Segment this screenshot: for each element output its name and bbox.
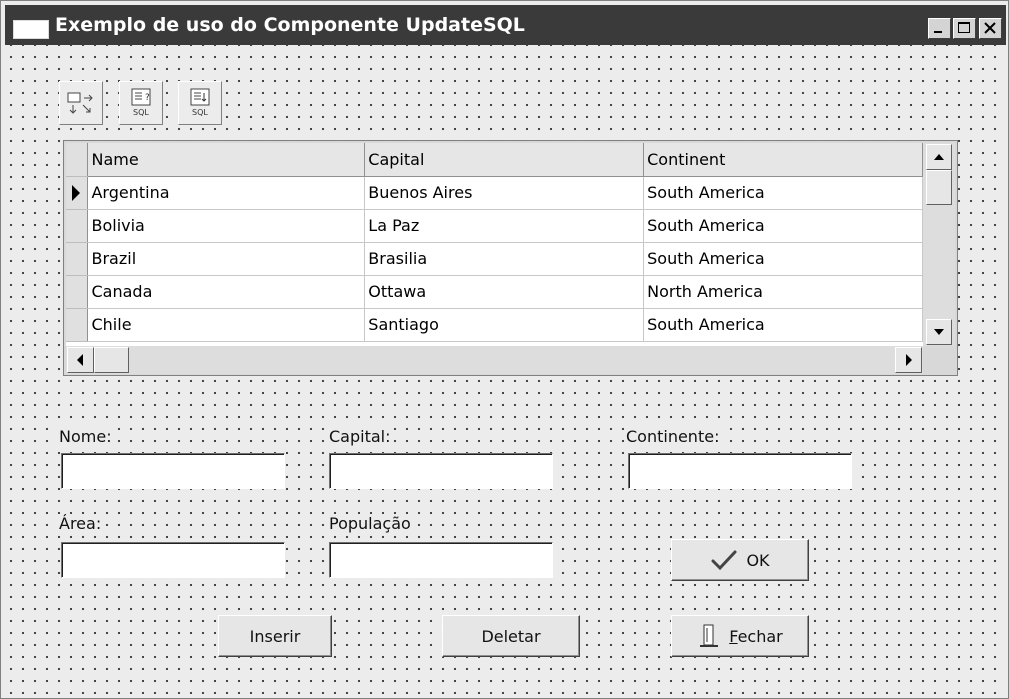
row-indicator [66,242,89,276]
row-indicator [66,275,89,309]
table-row[interactable]: Chile Santiago South America [66,308,923,342]
ok-button-label: OK [746,550,770,570]
scroll-down-button[interactable] [926,319,952,345]
row-pointer-icon [72,184,80,201]
ok-button[interactable]: OK [671,539,809,581]
horizontal-scroll-thumb[interactable] [94,347,129,373]
vertical-scroll-thumb[interactable] [926,170,952,205]
header-indicator [66,143,89,177]
column-header-continent[interactable]: Continent [643,143,923,177]
form-client-area: ? SQL SQL Name Capital Continent Argenti… [5,45,1006,696]
arrow-right-icon [906,354,912,366]
column-header-name[interactable]: Name [87,143,366,177]
capital-label: Capital: [327,427,393,446]
cell-name[interactable]: Canada [87,275,366,309]
update-table-button[interactable] [59,81,103,125]
populacao-input[interactable] [329,542,553,578]
cell-name[interactable]: Chile [87,308,366,342]
table-row[interactable]: Argentina Buenos Aires South America [66,176,923,210]
cell-capital[interactable]: Santiago [364,308,645,342]
column-header-capital[interactable]: Capital [364,143,645,177]
maximize-icon [958,22,970,33]
svg-text:?: ? [145,93,150,103]
minimize-icon [934,31,942,33]
inserir-button-label: Inserir [249,626,301,646]
arrow-down-icon [934,329,944,335]
cell-continent[interactable]: North America [643,275,923,309]
table-row[interactable]: Brazil Brasilia South America [66,242,923,276]
vertical-scrollbar[interactable] [923,143,955,346]
cell-name[interactable]: Brazil [87,242,366,276]
update-table-icon [67,92,93,114]
window-icon [13,20,49,39]
arrow-left-icon [77,354,83,366]
nome-input[interactable] [61,453,285,489]
countries-grid[interactable]: Name Capital Continent Argentina Buenos … [63,140,958,376]
row-indicator [66,209,89,243]
grid-table: Name Capital Continent Argentina Buenos … [66,143,923,342]
cell-continent[interactable]: South America [643,176,923,210]
minimize-button[interactable] [928,18,951,39]
fechar-button[interactable]: Fechar [671,615,809,657]
horizontal-scrollbar[interactable] [66,346,923,374]
scroll-left-button[interactable] [67,347,94,373]
sql-query-button[interactable]: ? SQL [119,81,163,125]
deletar-button-label: Deletar [481,626,541,646]
sql-modify-icon: SQL [190,88,210,117]
deletar-button[interactable]: Deletar [442,615,580,657]
grid-header-row: Name Capital Continent [66,143,923,177]
close-icon [984,22,996,34]
area-input[interactable] [61,542,285,578]
continente-input[interactable] [628,453,852,489]
area-label: Área: [57,514,104,533]
checkmark-icon [711,550,737,571]
cell-capital[interactable]: Brasilia [364,242,645,276]
close-button[interactable] [979,18,1002,39]
populacao-label: População [327,514,413,533]
sql-modify-button[interactable]: SQL [178,81,222,125]
inserir-button[interactable]: Inserir [218,615,332,657]
cell-continent[interactable]: South America [643,308,923,342]
cell-capital[interactable]: La Paz [364,209,645,243]
cell-name[interactable]: Argentina [87,176,366,210]
cell-capital[interactable]: Ottawa [364,275,645,309]
arrow-up-icon [934,154,944,160]
svg-text:SQL: SQL [133,108,149,117]
cell-capital[interactable]: Buenos Aires [364,176,645,210]
scroll-right-button[interactable] [895,347,922,373]
current-row-indicator [66,176,89,210]
row-indicator [66,308,89,342]
table-row[interactable]: Canada Ottawa North America [66,275,923,309]
cell-name[interactable]: Bolivia [87,209,366,243]
window-title: Exemplo de uso do Componente UpdateSQL [55,14,525,36]
door-exit-icon [700,624,719,647]
fechar-button-label: Fechar [729,626,783,646]
svg-text:SQL: SQL [192,108,208,117]
table-row[interactable]: Bolivia La Paz South America [66,209,923,243]
cell-continent[interactable]: South America [643,242,923,276]
continente-label: Continente: [624,427,722,446]
maximize-button[interactable] [953,18,976,39]
cell-continent[interactable]: South America [643,209,923,243]
nome-label: Nome: [57,427,114,446]
capital-input[interactable] [329,453,553,489]
app-window: Exemplo de uso do Componente UpdateSQL ?… [0,0,1009,699]
title-bar[interactable]: Exemplo de uso do Componente UpdateSQL [5,5,1006,45]
sql-query-icon: ? SQL [131,88,151,117]
scroll-up-button[interactable] [926,144,952,170]
